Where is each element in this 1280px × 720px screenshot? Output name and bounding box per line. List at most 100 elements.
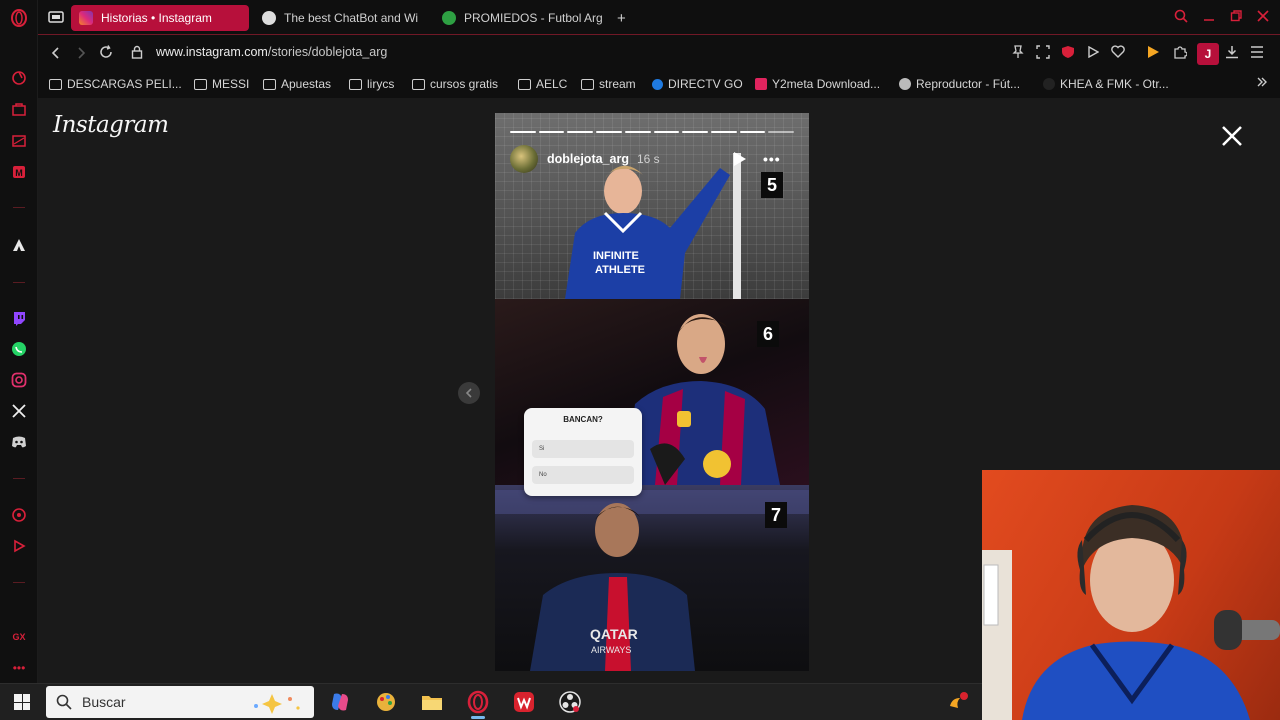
discord-icon[interactable] (9, 432, 29, 452)
tab-menu-icon[interactable] (48, 9, 64, 30)
bookmark-folder[interactable]: lirycs (349, 77, 394, 91)
wallet-icon[interactable] (9, 131, 29, 151)
bookmark-reproductor[interactable]: Reproductor - Fút... (899, 77, 1020, 91)
previous-story-button[interactable] (458, 382, 480, 404)
bookmark-khea[interactable]: KHEA & FMK - Otr... (1043, 77, 1169, 91)
forward-icon[interactable] (72, 45, 90, 63)
bookmark-folder[interactable]: stream (581, 77, 636, 91)
bookmark-folder[interactable]: DESCARGAS PELI... (49, 77, 182, 91)
download-icon[interactable] (1223, 45, 1241, 63)
url-field[interactable]: www.instagram.com/stories/doblejota_arg (156, 45, 387, 59)
svg-text:M: M (15, 168, 23, 178)
bookmark-folder[interactable]: Apuestas (263, 77, 331, 91)
vk-icon[interactable] (9, 235, 29, 255)
x-icon[interactable] (9, 401, 29, 421)
tab-chatbot[interactable]: The best ChatBot and Wi (254, 5, 424, 31)
poll-option-si[interactable]: Si (532, 440, 634, 458)
minimize-icon[interactable] (1201, 9, 1217, 25)
poll-question: BANCAN? (563, 415, 603, 424)
instagram-logo[interactable]: Instagram (53, 112, 169, 138)
bookmark-label: KHEA & FMK - Otr... (1060, 77, 1169, 91)
adblock-icon[interactable] (1059, 45, 1077, 63)
pin-icon[interactable] (1009, 45, 1027, 63)
bookmark-label: Y2meta Download... (772, 77, 881, 91)
lock-icon[interactable] (128, 45, 146, 63)
story-image-panel: QATAR AIRWAYS (495, 485, 809, 671)
folder-icon (412, 78, 425, 90)
snapshot-icon[interactable] (1034, 45, 1052, 63)
restore-icon[interactable] (1228, 9, 1244, 25)
ranking-number-badge: 6 (757, 321, 779, 347)
bookmark-folder[interactable]: AELC (518, 77, 567, 91)
url-path: /stories/doblejota_arg (267, 45, 388, 59)
folder-icon (263, 78, 276, 90)
instagram-icon[interactable] (9, 370, 29, 390)
sidebar-separator (13, 582, 25, 583)
wps-office-icon[interactable] (512, 690, 536, 714)
menu-icon[interactable] (1248, 45, 1266, 63)
instagram-favicon-icon (79, 11, 93, 25)
bookmark-label: stream (599, 77, 636, 91)
twitch-icon[interactable] (9, 308, 29, 328)
bookmarks-overflow-icon[interactable] (1256, 76, 1268, 88)
svg-text:ATHLETE: ATHLETE (595, 264, 645, 276)
player-icon[interactable] (9, 505, 29, 525)
sidebar-separator (13, 282, 25, 283)
tab-instagram[interactable]: Historias • Instagram (71, 5, 249, 31)
bookmark-folder[interactable]: cursos gratis (412, 77, 498, 91)
heart-icon[interactable] (1109, 45, 1127, 63)
extensions-icon[interactable] (1171, 45, 1189, 63)
music-icon[interactable] (9, 536, 29, 556)
bookmark-folder[interactable]: MESSI (194, 77, 249, 91)
address-bar: www.instagram.com/stories/doblejota_arg … (38, 34, 1280, 72)
bookmark-directv[interactable]: DIRECTV GO (652, 77, 743, 91)
extension-play-icon[interactable] (1144, 45, 1162, 63)
aria-icon[interactable] (9, 68, 29, 88)
poll-option-no[interactable]: No (532, 466, 634, 484)
directv-icon (652, 78, 663, 90)
workspaces-icon[interactable] (9, 100, 29, 120)
sidebar-separator (13, 207, 25, 208)
player-figure: QATAR AIRWAYS (495, 490, 809, 671)
story-avatar[interactable] (510, 145, 538, 173)
story-viewer[interactable]: INFINITE ATHLETE QATAR AIRWAYS 5 6 7 dob… (495, 113, 809, 671)
opera-logo-icon[interactable] (9, 8, 29, 28)
story-progress-segment (510, 131, 536, 133)
profile-avatar[interactable]: J (1197, 43, 1219, 65)
more-icon[interactable]: ••• (9, 658, 29, 678)
url-host: www.instagram.com (156, 45, 268, 59)
tab-title: PROMIEDOS - Futbol Arg (464, 11, 603, 25)
copilot-icon[interactable] (328, 690, 352, 714)
svg-text:INFINITE: INFINITE (593, 250, 639, 262)
reload-icon[interactable] (97, 45, 115, 63)
windows-start-icon[interactable] (14, 694, 30, 710)
weather-icon[interactable] (946, 690, 970, 714)
close-window-icon[interactable] (1255, 9, 1271, 25)
poll-sticker: BANCAN? Si No (524, 408, 642, 496)
paint-icon[interactable] (374, 690, 398, 714)
story-more-options-icon[interactable]: ••• (763, 151, 781, 167)
player-toolbar-icon[interactable] (1084, 45, 1102, 63)
back-icon[interactable] (47, 45, 65, 63)
bookmark-label: cursos gratis (430, 77, 499, 91)
story-header: doblejota_arg 16 s (510, 145, 660, 173)
play-icon[interactable] (733, 151, 747, 167)
new-tab-button[interactable]: + (612, 5, 634, 31)
bookmark-label: DESCARGAS PELI... (67, 77, 182, 91)
gx-label[interactable]: GX (9, 627, 29, 647)
messenger-icon[interactable]: M (9, 162, 29, 182)
whatsapp-icon[interactable] (9, 339, 29, 359)
obs-icon[interactable] (558, 690, 582, 714)
bookmark-y2meta[interactable]: Y2meta Download... (755, 77, 880, 91)
taskbar-search-box[interactable]: Buscar (46, 686, 314, 718)
story-progress-segment (596, 131, 622, 133)
file-explorer-icon[interactable] (420, 690, 444, 714)
tab-promiedos[interactable]: PROMIEDOS - Futbol Arg (434, 5, 604, 31)
search-tabs-icon[interactable] (1173, 9, 1189, 25)
story-progress-segment (739, 131, 766, 133)
story-username[interactable]: doblejota_arg (547, 152, 629, 166)
opera-gx-icon[interactable] (466, 690, 490, 719)
close-story-icon[interactable] (1218, 122, 1246, 150)
story-image-panel: INFINITE ATHLETE (495, 113, 809, 299)
bookmark-label: DIRECTV GO (668, 77, 743, 91)
